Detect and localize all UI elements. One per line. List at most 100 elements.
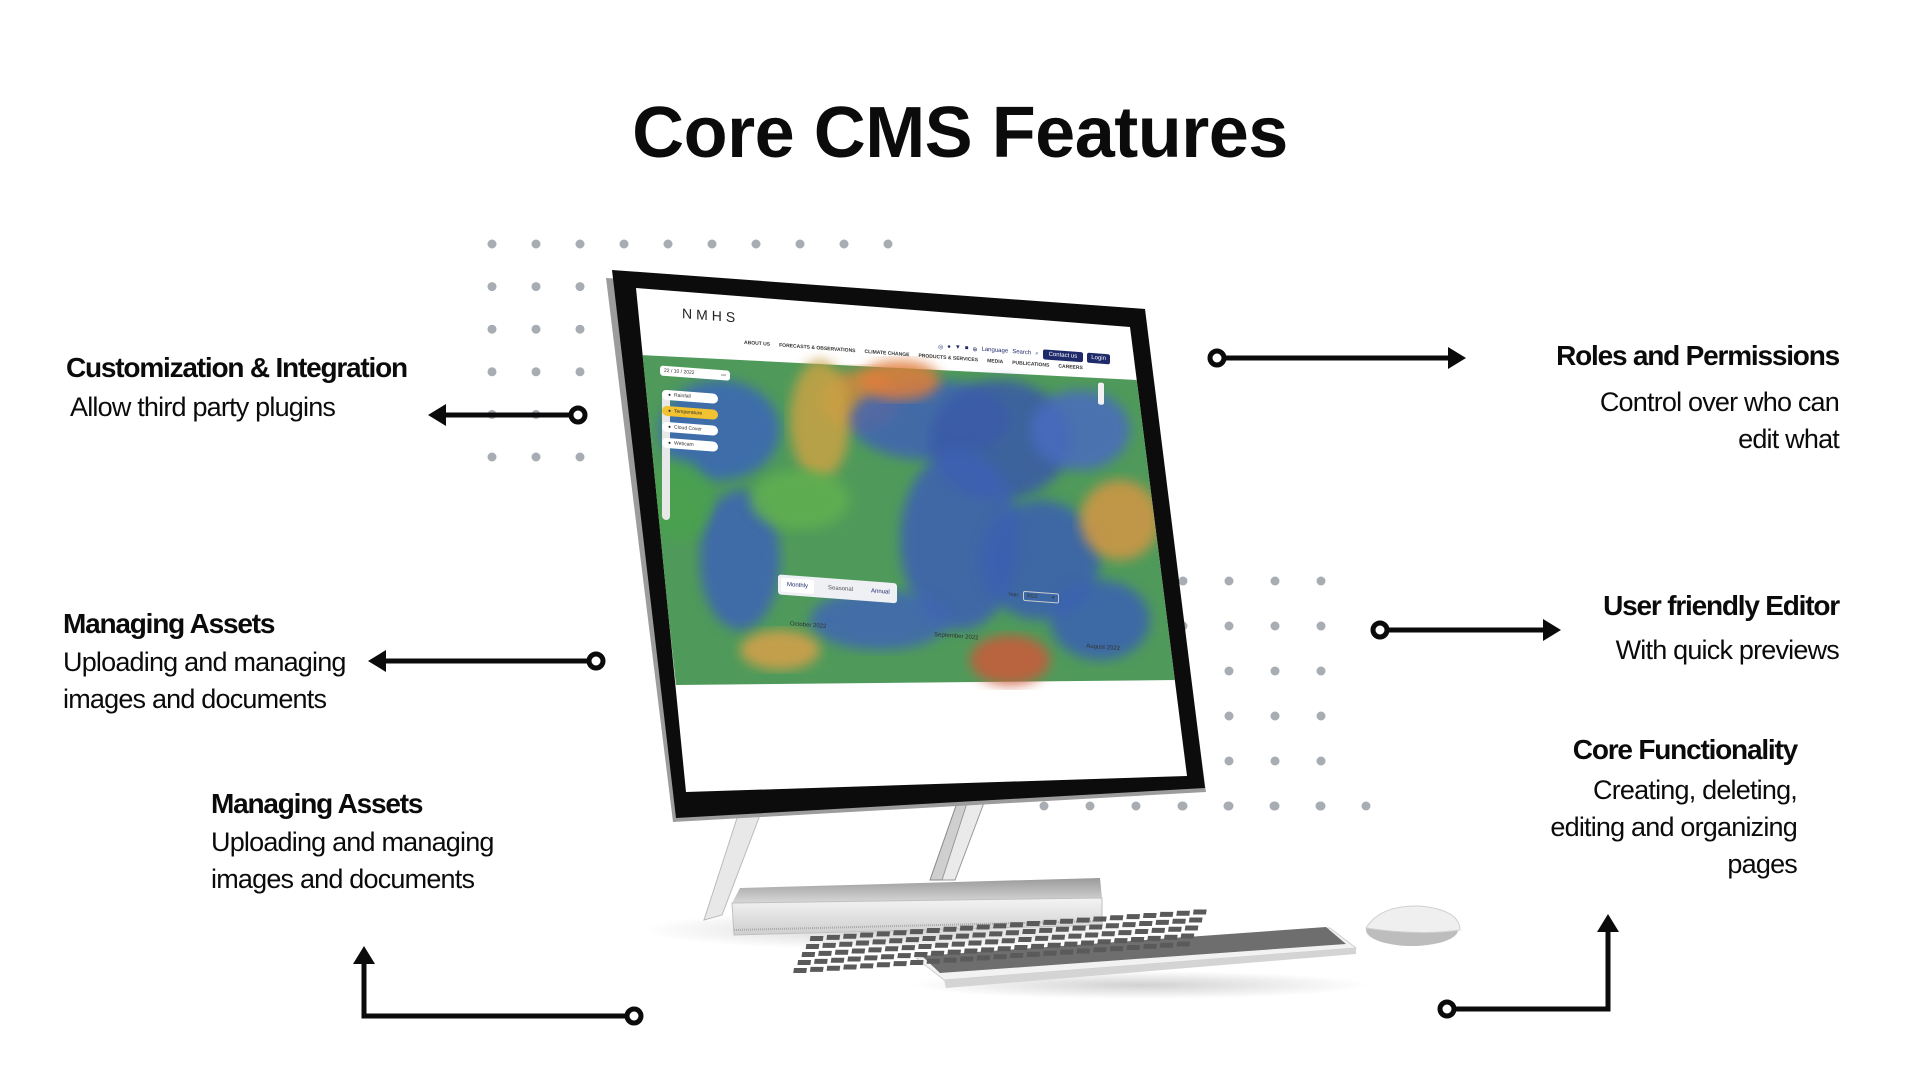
key xyxy=(1126,945,1141,950)
feature-heading: Roles and Permissions xyxy=(1556,340,1840,371)
twitter-icon[interactable]: ▼ xyxy=(955,345,961,351)
month-heading: August 2022 xyxy=(1086,643,1120,653)
key xyxy=(955,933,970,939)
feature-description: editing and organizing xyxy=(1550,812,1797,842)
key xyxy=(868,947,882,953)
feature-customization: Customization & Integration Allow third … xyxy=(66,352,408,426)
month-heading: September 2022 xyxy=(934,632,979,642)
key xyxy=(984,939,999,945)
key xyxy=(959,925,974,931)
dot xyxy=(531,324,541,334)
tab-annual[interactable]: Annual xyxy=(867,584,894,600)
feature-description: Uploading and managing xyxy=(63,647,346,677)
key xyxy=(1172,918,1186,924)
key xyxy=(1072,925,1086,931)
key xyxy=(859,963,874,969)
key xyxy=(1118,930,1132,936)
feature-core: Core Functionality Creating, deleting, e… xyxy=(1550,734,1798,883)
key xyxy=(922,935,936,941)
nav-publications[interactable]: PUBLICATIONS xyxy=(1012,360,1049,369)
dot xyxy=(1223,801,1233,811)
key xyxy=(1026,951,1041,957)
nav-climate[interactable]: CLIMATE CHANGE xyxy=(865,349,910,358)
dot xyxy=(575,367,585,377)
site-logo[interactable]: NMHS xyxy=(682,305,739,325)
nav-media[interactable]: MEDIA xyxy=(987,358,1003,365)
tab-seasonal[interactable]: Seasonal xyxy=(824,581,857,597)
dot xyxy=(707,239,717,249)
key xyxy=(1055,926,1070,932)
year-select[interactable]: 2022 ▾ xyxy=(1022,590,1059,604)
login-button[interactable]: Login xyxy=(1087,352,1110,365)
feature-description: pages xyxy=(1727,849,1797,879)
key xyxy=(851,948,866,954)
layer-item-cloud-cover[interactable]: ● Cloud Cover xyxy=(662,421,718,436)
calendar-icon: ▭ xyxy=(721,372,726,379)
key xyxy=(809,936,824,941)
layer-item-rainfall[interactable]: ● Rainfall xyxy=(662,389,718,404)
year-filter: Year: 2022 ▾ xyxy=(1008,590,1059,604)
cloud-icon: ● xyxy=(668,424,672,431)
instagram-icon[interactable]: ◎ xyxy=(938,343,943,350)
date-picker[interactable]: 22 / 10 / 2022 ▭ xyxy=(660,365,730,381)
contact-button[interactable]: Contact us xyxy=(1042,349,1084,363)
language-selector[interactable]: Language xyxy=(981,347,1008,355)
year-value: 2022 xyxy=(1026,593,1038,600)
dot xyxy=(1224,621,1234,631)
feature-heading: Core Functionality xyxy=(1572,734,1798,765)
key xyxy=(1163,934,1178,940)
dot xyxy=(751,239,761,249)
key xyxy=(1151,927,1166,933)
key xyxy=(1001,938,1016,944)
key xyxy=(855,940,870,946)
search-icon[interactable]: ⌕ xyxy=(1035,350,1038,357)
key xyxy=(830,957,845,963)
key xyxy=(1109,915,1124,921)
key xyxy=(801,952,816,957)
tab-monthly[interactable]: Monthly xyxy=(781,577,815,595)
dot xyxy=(1270,711,1280,721)
key xyxy=(909,929,924,935)
key xyxy=(959,956,974,962)
period-tabs: Monthly Seasonal Annual xyxy=(778,574,897,604)
year-label: Year: xyxy=(1008,591,1020,599)
key xyxy=(943,926,957,932)
key xyxy=(1051,934,1066,940)
arrow-right-icon xyxy=(1543,619,1561,641)
nav-about[interactable]: ABOUT US xyxy=(744,340,770,348)
key xyxy=(1176,910,1191,916)
arrow-left-icon xyxy=(368,650,386,672)
dot xyxy=(1224,756,1234,766)
key xyxy=(909,959,924,965)
layer-item-temperature[interactable]: ● Temperature xyxy=(662,405,718,420)
search-link[interactable]: Search xyxy=(1012,349,1031,356)
nav-forecasts[interactable]: FORECASTS & OBSERVATIONS xyxy=(779,342,855,354)
key xyxy=(888,938,903,944)
key xyxy=(1063,941,1078,947)
key xyxy=(997,946,1012,952)
key xyxy=(943,957,957,963)
key xyxy=(1043,919,1057,925)
key xyxy=(1076,917,1091,923)
dot xyxy=(1316,756,1326,766)
dot xyxy=(531,239,541,249)
key xyxy=(843,933,857,939)
key xyxy=(809,966,824,972)
key xyxy=(1043,950,1057,956)
feature-heading: Customization & Integration xyxy=(66,352,408,383)
layer-label: Rainfall xyxy=(674,392,691,400)
dot xyxy=(1269,801,1279,811)
dot xyxy=(1177,801,1187,811)
mouse xyxy=(1365,905,1461,946)
key xyxy=(876,931,891,937)
key xyxy=(1093,947,1107,953)
map-zoom-control[interactable] xyxy=(1098,382,1104,405)
key xyxy=(1101,931,1116,937)
layer-list: ● Rainfall ● Temperature ● Cloud Cover ● Webcam xyxy=(662,389,718,452)
nav-products[interactable]: PRODUCTS & SERVICES xyxy=(918,353,978,363)
youtube-icon[interactable]: ■ xyxy=(965,345,969,351)
layer-item-webcam[interactable]: ● Webcam xyxy=(662,437,718,452)
feature-roles: Roles and Permissions Control over who c… xyxy=(1556,340,1840,458)
facebook-icon[interactable]: ● xyxy=(947,344,951,350)
nav-careers[interactable]: CAREERS xyxy=(1058,363,1082,371)
